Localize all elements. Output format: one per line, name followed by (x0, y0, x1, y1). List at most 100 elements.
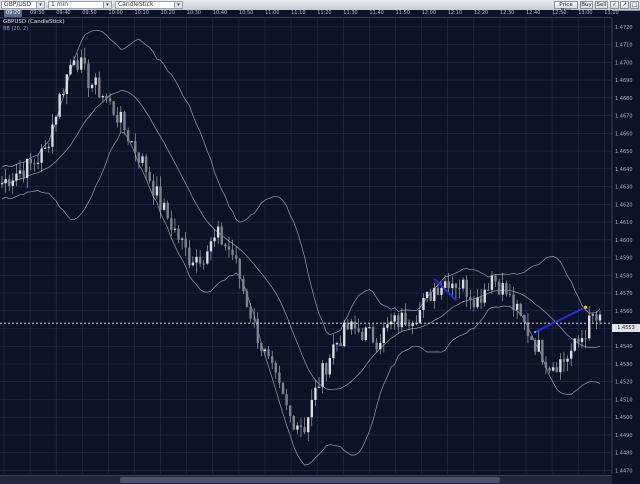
candle-body (454, 283, 458, 289)
candle-body (58, 94, 61, 117)
candle-body (202, 263, 205, 265)
candle-body (184, 238, 187, 248)
price-label: 1.4590 (615, 256, 633, 262)
price-label: 1.4610 (615, 220, 633, 226)
candle-body (105, 96, 108, 99)
candle-body (526, 322, 530, 337)
candle-body (263, 349, 267, 352)
candle-body (303, 426, 306, 433)
candle-body (119, 111, 123, 123)
candle-body (155, 186, 159, 196)
candle-body (418, 309, 422, 323)
candle-body (159, 186, 162, 210)
candle-body (587, 315, 591, 339)
candle-body (65, 74, 69, 95)
candle-body (33, 163, 36, 165)
candle-body (584, 338, 587, 340)
candle-body (429, 291, 432, 302)
candle-body (220, 226, 223, 245)
candle-body (447, 281, 450, 289)
candle-body (580, 338, 584, 343)
candle-body (317, 386, 321, 388)
candle-body (8, 179, 11, 186)
trading-chart-window: GBP/USD ▾ 1 min ▾ CandleStick ▾ Price Bo… (0, 0, 640, 484)
price-label: 1.4620 (615, 202, 633, 208)
candle-body (361, 331, 364, 341)
candle-body (443, 281, 447, 288)
candle-body (108, 98, 112, 102)
candle-body (18, 170, 22, 174)
candle-body (400, 312, 404, 328)
candle-body (559, 359, 562, 373)
candle-body (566, 358, 569, 362)
price-label: 1.4700 (615, 60, 633, 66)
candle-body (555, 367, 558, 373)
candle-body (505, 283, 508, 295)
candle-body (472, 300, 476, 308)
price-label: 1.4540 (615, 344, 633, 350)
candle-body (519, 303, 522, 316)
candle-body (90, 84, 94, 89)
candle-body (598, 314, 602, 321)
candle-body (379, 342, 382, 350)
candle-body (29, 158, 33, 164)
candle-body (548, 367, 551, 371)
price-label: 1.4720 (615, 25, 633, 31)
candle-body (288, 405, 292, 417)
chart-scrollbar[interactable] (0, 475, 612, 484)
price-label: 1.4630 (615, 185, 633, 191)
candle-body (11, 180, 15, 186)
candle-body (123, 111, 126, 131)
candle-body (433, 287, 436, 302)
candle-body (54, 116, 58, 125)
candle-body (577, 338, 580, 343)
candle-body (397, 315, 400, 328)
candle-body (173, 228, 177, 230)
candle-body (350, 321, 353, 330)
candle-body (591, 314, 594, 316)
current-price-marker: 1.4553 (612, 324, 640, 332)
candle-body (436, 287, 440, 296)
candle-body (267, 349, 270, 357)
candle-body (537, 339, 540, 352)
candle-body (4, 179, 7, 184)
price-label: 1.4710 (615, 43, 633, 49)
price-chart[interactable]: 1.4720 1.4710 1.4700 1.4690 1.4680 1.4670 1.46… (0, 0, 640, 484)
candle-body (595, 314, 598, 321)
candle-body (569, 350, 573, 359)
price-label: 1.4560 (615, 309, 633, 315)
candle-body (292, 416, 295, 430)
candle-body (209, 241, 213, 252)
candle-body (170, 218, 173, 230)
candle-body (148, 171, 151, 181)
scrollbar-thumb[interactable] (120, 477, 500, 483)
candle-body (188, 247, 191, 266)
candle-body (252, 318, 256, 320)
candle-body (483, 289, 486, 303)
candle-body (469, 297, 472, 301)
candle-body (69, 64, 72, 75)
candle-body (544, 362, 548, 368)
candle-body (26, 158, 29, 178)
drawing-handle (533, 330, 537, 334)
drawing-handle (583, 305, 588, 309)
candle-body (0, 183, 4, 185)
candle-body (130, 141, 133, 143)
candle-body (285, 394, 288, 406)
candle-body (51, 124, 54, 147)
candle-body (479, 297, 483, 303)
candle-body (368, 327, 371, 329)
candle-body (461, 279, 465, 289)
candle-body (562, 359, 566, 362)
candle-body (299, 425, 303, 427)
candle-body (328, 358, 332, 375)
candle-body (512, 294, 515, 310)
candle-body (335, 343, 339, 345)
candle-body (321, 363, 324, 387)
candle-body (260, 342, 263, 352)
candle-body (206, 251, 209, 264)
candle-body (533, 339, 537, 352)
candle-body (371, 327, 375, 343)
candle-body (213, 237, 216, 242)
candle-body (15, 173, 18, 181)
